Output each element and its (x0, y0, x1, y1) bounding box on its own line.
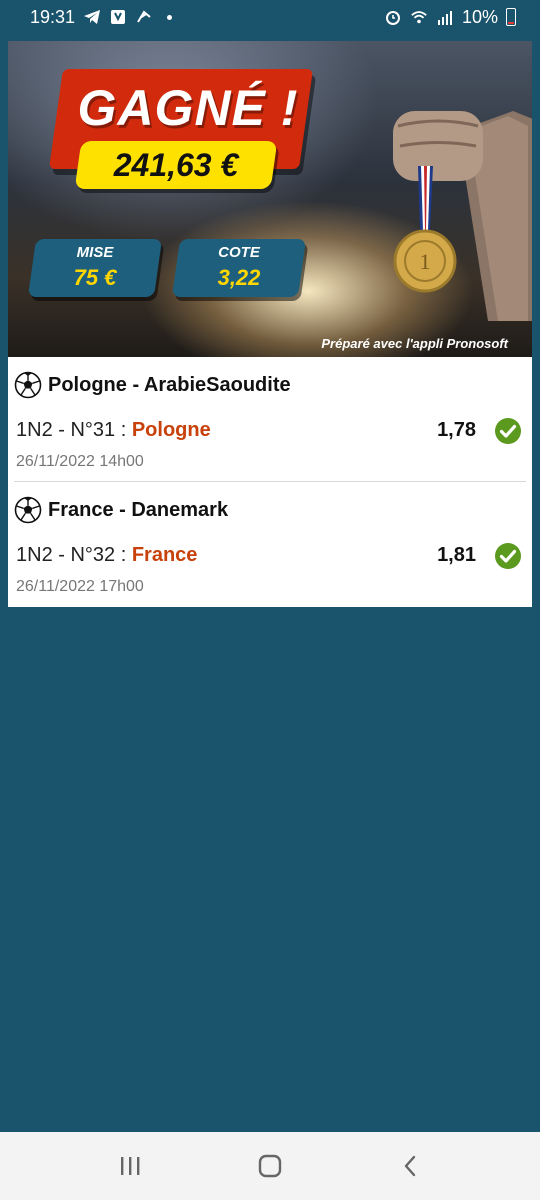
recent-apps-icon (121, 1157, 140, 1175)
bet-choice: Pologne (131, 419, 211, 441)
bet-date: 26/11/2022 14h00 (16, 453, 144, 470)
back-icon (404, 1155, 416, 1177)
bet-item[interactable]: Pologne - ArabieSaoudite 1N2 - N°31 : Po… (14, 357, 526, 482)
system-nav-bar (0, 1132, 540, 1200)
home-icon (258, 1154, 282, 1178)
fist-medal-illustration: 1 (393, 111, 532, 321)
recent-apps-button[interactable] (110, 1146, 150, 1186)
bets-card: Pologne - ArabieSaoudite 1N2 - N°31 : Po… (8, 357, 532, 607)
win-title: GAGNÉ ! (77, 80, 299, 136)
cote-value: 3,22 (217, 265, 261, 290)
home-button[interactable] (250, 1146, 290, 1186)
back-button[interactable] (390, 1146, 430, 1186)
bet-line: 1N2 - N°32 : France (16, 544, 197, 567)
bet-item[interactable]: France - Danemark 1N2 - N°32 : France 1,… (14, 482, 526, 607)
match-name: France - Danemark (48, 498, 229, 521)
bet-choice: France (131, 544, 198, 566)
mise-label: MISE (76, 244, 114, 261)
bet-type: 1N2 - N°31 : (16, 419, 132, 441)
win-banner: GAGNÉ ! 241,63 € MISE 75 € COTE 3,22 1 P… (8, 41, 532, 357)
check-circle-icon (495, 418, 521, 444)
telegram-icon (83, 8, 101, 26)
bet-type: 1N2 - N°32 : (16, 544, 132, 566)
bet-date: 26/11/2022 17h00 (16, 578, 144, 595)
bet-odd: 1,81 (437, 544, 476, 566)
cote-label: COTE (218, 244, 260, 261)
check-circle-icon (495, 543, 521, 569)
soccer-ball-icon (14, 371, 42, 399)
tiktok-icon (135, 8, 153, 26)
bet-line: 1N2 - N°31 : Pologne (16, 419, 211, 442)
prepared-with-credit: Préparé avec l'appli Pronosoft (321, 336, 508, 351)
status-left: 19:31 (30, 6, 173, 28)
notification-dot-icon (167, 14, 173, 20)
match-title: France - Danemark (14, 496, 228, 524)
svg-text:1: 1 (420, 249, 431, 274)
status-time: 19:31 (30, 6, 76, 27)
shield-icon (109, 8, 127, 26)
match-title: Pologne - ArabieSaoudite (14, 371, 291, 399)
status-bar: 19:31 10% (0, 0, 540, 34)
soccer-ball-icon (14, 496, 42, 524)
alarm-icon (384, 8, 402, 26)
status-right: 10% (384, 7, 516, 28)
battery-icon (506, 8, 516, 26)
win-amount: 241,63 € (113, 147, 239, 183)
wifi-icon (410, 8, 428, 26)
battery-percent: 10% (461, 6, 498, 27)
bet-odd: 1,78 (437, 419, 476, 441)
mise-value: 75 € (73, 265, 117, 290)
signal-icon (436, 8, 454, 26)
match-name: Pologne - ArabieSaoudite (48, 373, 291, 396)
